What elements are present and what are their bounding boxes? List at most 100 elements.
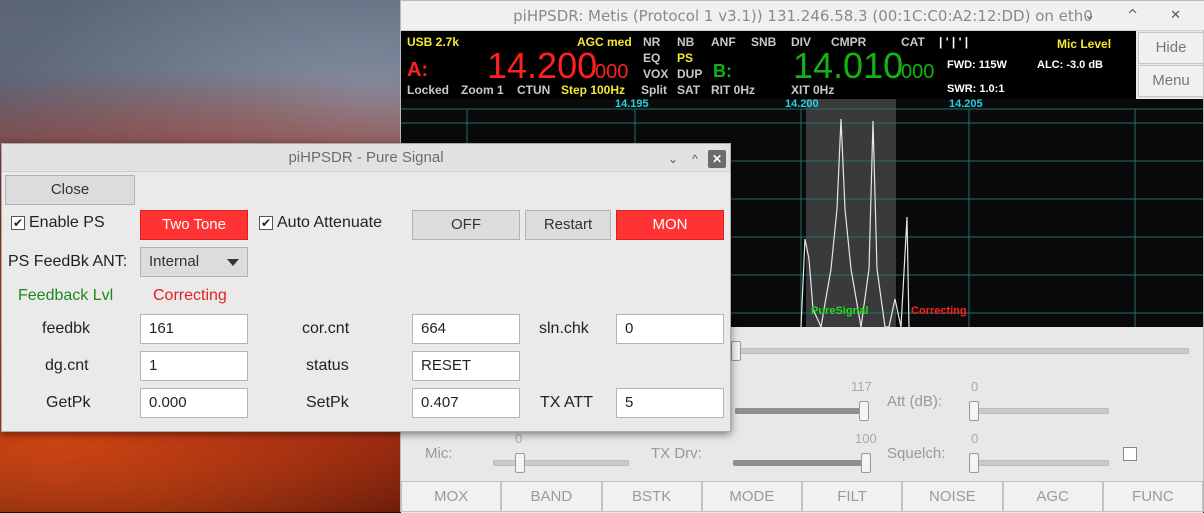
- feedback-level-label: Feedback Lvl: [18, 287, 114, 304]
- mic-value: 0: [515, 431, 523, 446]
- flag-sat[interactable]: SAT: [677, 83, 700, 97]
- squelch-value: 0: [971, 431, 979, 446]
- auto-attenuate-label: Auto Attenuate: [277, 214, 382, 231]
- function-buttons: MOX BAND BSTK MODE FILT NOISE AGC FUNC: [401, 481, 1203, 513]
- minimize-icon[interactable]: ⌄: [664, 150, 682, 168]
- squelch-slider[interactable]: [973, 460, 1109, 466]
- dialog-title: piHPSDR - Pure Signal: [2, 144, 730, 172]
- freq-label-14205: 14.205: [949, 99, 983, 110]
- flag-eq[interactable]: EQ: [643, 51, 660, 65]
- fwd-power: FWD: 115W: [947, 59, 1007, 71]
- bstk-button[interactable]: BSTK: [601, 481, 702, 512]
- frequency-slider[interactable]: [737, 348, 1189, 354]
- mic-knob[interactable]: [515, 453, 525, 473]
- flag-dup[interactable]: DUP: [677, 67, 702, 81]
- mic-slider[interactable]: [493, 460, 629, 466]
- auto-attenuate-check-icon[interactable]: ✔: [259, 216, 273, 230]
- auto-attenuate-checkbox[interactable]: ✔ Auto Attenuate: [259, 214, 382, 232]
- step-label[interactable]: Step 100Hz: [561, 83, 625, 97]
- mode-label[interactable]: USB 2.7k: [407, 35, 459, 49]
- att-value: 0: [971, 379, 979, 394]
- txatt-label: TX ATT: [540, 394, 594, 411]
- att-label: Att (dB):: [887, 393, 943, 410]
- vfo-b-label: B:: [713, 61, 732, 81]
- correcting-indicator: Correcting: [911, 305, 967, 317]
- locked-label[interactable]: Locked: [407, 83, 449, 97]
- status-label: status: [306, 357, 349, 374]
- restart-button[interactable]: Restart: [525, 210, 611, 240]
- rit-label[interactable]: RIT 0Hz: [711, 83, 755, 97]
- setpk-field[interactable]: 0.407: [412, 388, 520, 418]
- filt-button[interactable]: FILT: [802, 481, 903, 512]
- flag-snb[interactable]: SNB: [751, 35, 776, 49]
- setpk-label: SetPk: [306, 394, 349, 411]
- flag-anf[interactable]: ANF: [711, 35, 736, 49]
- freq-label-14200: 14.200: [785, 99, 819, 110]
- slnchk-field[interactable]: 0: [616, 314, 724, 344]
- pure-signal-dialog: piHPSDR - Pure Signal ⌄ ^ ✕ Close ✔ Enab…: [1, 143, 731, 432]
- flag-nb[interactable]: NB: [677, 35, 694, 49]
- mic-level-label: Mic Level: [1057, 37, 1112, 51]
- att-knob[interactable]: [969, 401, 979, 421]
- status-field[interactable]: RESET: [412, 351, 520, 381]
- puresignal-indicator: PureSignal: [811, 305, 869, 317]
- rf-gain-fill: [735, 408, 863, 414]
- band-button[interactable]: BAND: [501, 481, 602, 512]
- func-button[interactable]: FUNC: [1102, 481, 1203, 512]
- ctun-label[interactable]: CTUN: [517, 83, 550, 97]
- dialog-window-controls: ⌄ ^ ✕: [664, 150, 726, 168]
- frequency-axis: 14.195 14.200 14.205: [401, 99, 1203, 113]
- xit-label[interactable]: XIT 0Hz: [791, 83, 834, 97]
- two-tone-button[interactable]: Two Tone: [140, 210, 248, 240]
- enable-ps-checkbox[interactable]: ✔ Enable PS: [11, 214, 105, 232]
- menu-button[interactable]: Menu: [1138, 65, 1204, 97]
- getpk-field[interactable]: 0.000: [140, 388, 248, 418]
- corcnt-label: cor.cnt: [302, 320, 350, 337]
- txdrv-knob[interactable]: [861, 453, 871, 473]
- vfo-a-label: A:: [407, 59, 429, 81]
- mode-button[interactable]: MODE: [701, 481, 802, 512]
- vfo-b-frequency-sub[interactable]: 000: [901, 61, 934, 84]
- squelch-label: Squelch:: [887, 445, 946, 462]
- enable-ps-label: Enable PS: [29, 214, 105, 231]
- flag-vox[interactable]: VOX: [643, 67, 668, 81]
- getpk-label: GetPk: [46, 394, 91, 411]
- rf-gain-knob[interactable]: [859, 401, 869, 421]
- maximize-icon[interactable]: ^: [686, 150, 704, 168]
- dgcnt-label: dg.cnt: [45, 357, 89, 374]
- squelch-checkbox[interactable]: [1123, 447, 1137, 461]
- txatt-field[interactable]: 5: [616, 388, 724, 418]
- noise-button[interactable]: NOISE: [902, 481, 1003, 512]
- feedbk-ant-value: Internal: [149, 253, 200, 270]
- vfo-b-frequency[interactable]: 14.010: [793, 45, 903, 87]
- att-slider[interactable]: [973, 408, 1109, 414]
- off-button[interactable]: OFF: [412, 210, 520, 240]
- flag-cat[interactable]: CAT: [901, 35, 925, 49]
- txdrv-value: 100: [855, 431, 877, 446]
- flag-nr[interactable]: NR: [643, 35, 660, 49]
- alc-value: ALC: -3.0 dB: [1037, 59, 1103, 71]
- flag-split[interactable]: Split: [641, 83, 667, 97]
- mon-button[interactable]: MON: [616, 210, 724, 240]
- mic-label: Mic:: [425, 445, 453, 462]
- frequency-slider-knob[interactable]: [731, 341, 741, 361]
- close-icon[interactable]: ✕: [708, 150, 726, 168]
- vfo-a-frequency-sub[interactable]: 000: [595, 61, 628, 84]
- squelch-knob[interactable]: [969, 453, 979, 473]
- agc-button[interactable]: AGC: [1002, 481, 1103, 512]
- dgcnt-field[interactable]: 1: [140, 351, 248, 381]
- hide-button[interactable]: Hide: [1138, 32, 1204, 64]
- feedbk-ant-select[interactable]: Internal: [140, 247, 248, 277]
- vfo-a-frequency[interactable]: 14.200: [487, 45, 597, 87]
- vfo-display[interactable]: USB 2.7k AGC med A: 14.200 000 NR NB ANF…: [401, 31, 1136, 99]
- window-controls[interactable]: ⌄ ^ ✕: [1084, 1, 1195, 31]
- mic-level-meter: | ' | ' |: [939, 35, 969, 49]
- enable-ps-check-icon[interactable]: ✔: [11, 216, 25, 230]
- mox-button[interactable]: MOX: [401, 481, 502, 512]
- zoom-label[interactable]: Zoom 1: [461, 83, 504, 97]
- swr-value: SWR: 1.0:1: [947, 83, 1005, 95]
- close-button[interactable]: Close: [5, 175, 135, 205]
- corcnt-field[interactable]: 664: [412, 314, 520, 344]
- flag-ps[interactable]: PS: [677, 51, 693, 65]
- feedbk-field[interactable]: 161: [140, 314, 248, 344]
